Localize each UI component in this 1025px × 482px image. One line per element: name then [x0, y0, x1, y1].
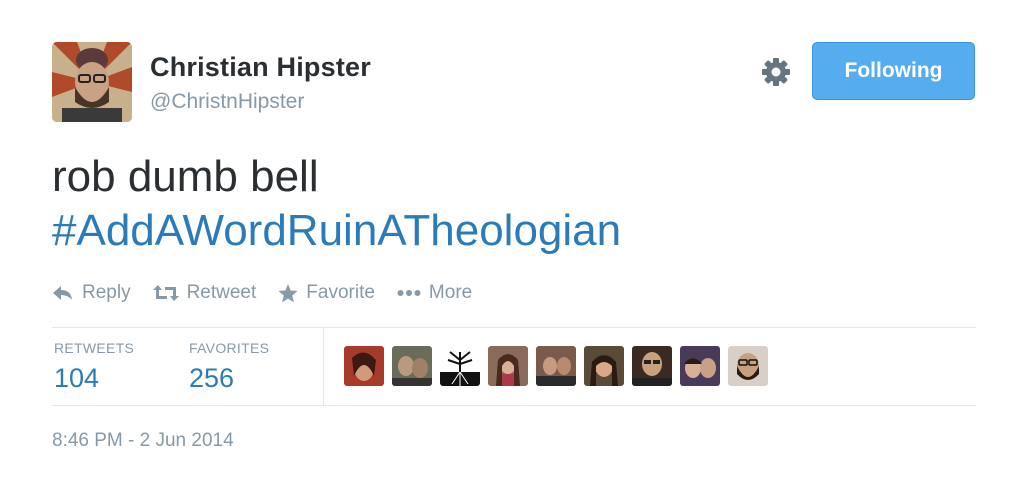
- more-icon: [397, 290, 421, 296]
- favoriter-avatar[interactable]: [584, 346, 624, 386]
- favoriter-avatar[interactable]: [680, 346, 720, 386]
- author-name[interactable]: Christian Hipster: [150, 52, 371, 83]
- favoriter-avatar[interactable]: [536, 346, 576, 386]
- reply-label: Reply: [82, 282, 131, 303]
- favorite-label: Favorite: [306, 282, 375, 303]
- favoriter-avatar[interactable]: [392, 346, 432, 386]
- favoriter-avatar[interactable]: [632, 346, 672, 386]
- author-avatar[interactable]: [52, 42, 132, 122]
- following-button[interactable]: Following: [812, 42, 975, 100]
- divider-bottom: [52, 405, 976, 406]
- favoriter-avatar[interactable]: [440, 346, 480, 386]
- favorites-label: FAVORITES: [189, 340, 270, 356]
- tweet-actions: Reply Retweet Favorite More: [52, 282, 494, 304]
- favorites-count: 256: [189, 363, 235, 393]
- stats-divider: [323, 328, 324, 405]
- divider-top: [52, 327, 976, 328]
- retweets-stat[interactable]: RETWEETS 104: [54, 340, 134, 394]
- retweet-button[interactable]: Retweet: [152, 282, 257, 304]
- star-icon: [278, 283, 298, 302]
- more-button[interactable]: More: [397, 282, 472, 304]
- reply-icon: [53, 286, 72, 300]
- gear-icon[interactable]: [760, 56, 792, 88]
- favoriter-avatar[interactable]: [728, 346, 768, 386]
- retweets-count: 104: [54, 363, 100, 393]
- retweet-icon: [152, 285, 179, 301]
- favoriters-avatars: [344, 346, 776, 386]
- tweet-text: rob dumb bell #AddAWordRuinATheologian: [52, 150, 621, 258]
- favorites-stat[interactable]: FAVORITES 256: [189, 340, 269, 394]
- tweet-timestamp[interactable]: 8:46 PM - 2 Jun 2014: [52, 430, 234, 452]
- retweets-label: RETWEETS: [54, 340, 135, 356]
- reply-button[interactable]: Reply: [52, 282, 131, 304]
- more-label: More: [428, 282, 473, 303]
- favoriter-avatar[interactable]: [488, 346, 528, 386]
- tweet-body: rob dumb bell: [52, 152, 319, 201]
- retweet-label: Retweet: [186, 282, 257, 303]
- author-handle[interactable]: @ChristnHipster: [150, 90, 304, 114]
- hashtag-link[interactable]: #AddAWordRuinATheologian: [52, 204, 621, 258]
- favoriter-avatar[interactable]: [344, 346, 384, 386]
- favorite-button[interactable]: Favorite: [278, 282, 375, 304]
